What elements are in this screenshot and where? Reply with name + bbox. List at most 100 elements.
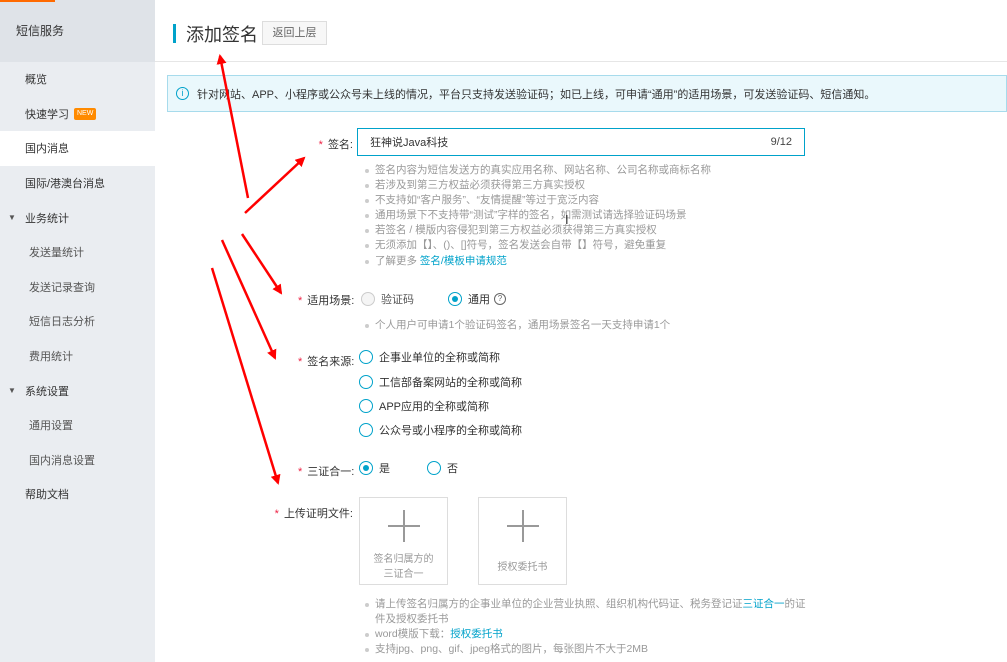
radio-label: 是: [379, 463, 390, 475]
sidebar-item-label: 帮助文档: [25, 489, 69, 502]
page-header: 添加签名 返回上层: [155, 0, 1007, 62]
upload-caption: 授权委托书: [497, 562, 548, 573]
tip-text: 件及授权委托书: [375, 613, 449, 626]
sidebar-item-cost-stats[interactable]: 费用统计: [0, 339, 155, 374]
required-mark: *: [298, 356, 303, 368]
radio-circle: [359, 423, 373, 437]
radio-verification-code[interactable]: 验证码: [361, 291, 414, 307]
caret-down-icon: ▼: [8, 386, 16, 396]
sidebar-item-overview[interactable]: 概览: [0, 62, 155, 97]
notice-text: 针对网站、APP、小程序或公众号未上线的情况，平台只支持发送验证码；如已上线，可…: [197, 88, 876, 101]
sidebar-group-stats[interactable]: ▼ 业务统计: [0, 200, 155, 235]
sidebar-item-log-analysis[interactable]: 短信日志分析: [0, 304, 155, 339]
sidebar-item-label: 快速学习: [25, 108, 69, 121]
back-button[interactable]: 返回上层: [262, 21, 327, 45]
radio-source-app[interactable]: APP应用的全称或简称: [359, 398, 489, 414]
tip-item: 支持jpg、png、gif、jpeg格式的图片，每张图片不大于2MB: [363, 642, 806, 657]
sidebar-item-general-settings[interactable]: 通用设置: [0, 408, 155, 443]
caret-down-icon: ▼: [8, 213, 16, 223]
scene-label: * 适用场景:: [298, 292, 355, 308]
upload-license-box[interactable]: 签名归属方的 三证合一: [359, 497, 448, 585]
scene-tips: 个人用户可申请1个验证码签名，通用场景签名一天支持申请1个: [363, 318, 670, 333]
template-download-link[interactable]: 授权委托书: [450, 628, 503, 640]
tip-text: word模版下载：: [375, 628, 451, 641]
label-text: 签名:: [327, 139, 353, 151]
upload-label: * 上传证明文件:: [273, 505, 353, 521]
tip-item: 通用场景下不支持带“测试”字样的签名，如需测试请选择验证码场景: [363, 208, 711, 223]
upload-caption: 签名归属方的: [373, 554, 434, 565]
radio-label: 企事业单位的全称或简称: [379, 352, 500, 364]
required-mark: *: [318, 139, 323, 151]
sidebar-item-send-records[interactable]: 发送记录查询: [0, 270, 155, 305]
tip-item: 若签名 / 模版内容侵犯到第三方权益必须获得第三方真实授权: [363, 223, 711, 238]
sidebar-group-label: 系统设置: [25, 385, 69, 398]
tip-item-continued: 件及授权委托书: [363, 612, 806, 627]
sidebar-item-international[interactable]: 国际/港澳台消息: [0, 166, 155, 201]
sidebar-item-label: 发送量统计: [29, 247, 84, 260]
sidebar-item-label: 概览: [25, 74, 47, 87]
signature-input[interactable]: 狂神说Java科技 9/12: [357, 128, 805, 156]
required-mark: *: [298, 295, 303, 307]
radio-circle: [359, 350, 373, 364]
sidebar-item-label: 发送记录查询: [29, 281, 95, 294]
question-icon[interactable]: ?: [494, 293, 506, 305]
signature-tips: 签名内容为短信发送方的真实应用名称、网站名称、公司名称或商标名称 若涉及到第三方…: [363, 163, 711, 269]
sidebar-item-quick-learn[interactable]: 快速学习 NEW: [0, 97, 155, 132]
sidebar-item-domestic[interactable]: 国内消息: [0, 131, 155, 166]
sidebar-item-label: 费用统计: [29, 351, 73, 364]
tip-item: 个人用户可申请1个验证码签名，通用场景签名一天支持申请1个: [363, 318, 670, 333]
radio-circle: [359, 461, 373, 475]
sidebar-group-settings[interactable]: ▼ 系统设置: [0, 373, 155, 408]
radio-label: APP应用的全称或简称: [379, 401, 490, 413]
info-notice: i 针对网站、APP、小程序或公众号未上线的情况，平台只支持发送验证码；如已上线…: [167, 75, 1007, 112]
upload-caption: 三证合一: [383, 569, 424, 580]
radio-label: 验证码: [381, 294, 414, 306]
radio-source-website[interactable]: 工信部备案网站的全称或简称: [359, 374, 522, 390]
radio-label: 工信部备案网站的全称或简称: [379, 377, 522, 389]
sidebar-item-label: 国内消息设置: [29, 454, 95, 467]
radio-circle: [427, 461, 441, 475]
sidebar-header: 短信服务: [0, 0, 155, 62]
label-text: 适用场景:: [307, 295, 355, 307]
upload-authorization-box[interactable]: 授权委托书: [478, 497, 567, 585]
tip-item: word模版下载：授权委托书: [363, 627, 806, 642]
label-text: 签名来源:: [307, 356, 355, 368]
new-badge: NEW: [74, 107, 97, 120]
radio-no[interactable]: 否: [427, 460, 458, 476]
radio-source-mp[interactable]: 公众号或小程序的全称或简称: [359, 422, 522, 438]
spec-link[interactable]: 签名/模板申请规范: [420, 255, 507, 267]
sidebar-item-domestic-settings[interactable]: 国内消息设置: [0, 443, 155, 478]
sidebar-item-label: 国际/港澳台消息: [25, 178, 106, 191]
text-cursor-icon: I: [565, 212, 569, 227]
tip-item: 了解更多 签名/模板申请规范: [363, 254, 711, 269]
radio-label: 公众号或小程序的全称或简称: [379, 425, 522, 437]
three-in-one-link[interactable]: 三证合一: [743, 598, 785, 610]
tip-text: 了解更多: [375, 254, 417, 267]
three-in-one-label: * 三证合一:: [298, 463, 354, 479]
tip-item: 请上传签名归属方的企事业单位的企业营业执照、组织机构代码证、税务登记证三证合一的…: [363, 597, 806, 612]
plus-icon: [507, 510, 539, 542]
radio-circle: [359, 399, 373, 413]
sidebar-group-label: 业务统计: [25, 212, 69, 225]
sidebar-item-send-volume[interactable]: 发送量统计: [0, 235, 155, 270]
required-mark: *: [274, 508, 279, 520]
plus-icon: [388, 510, 420, 542]
info-icon: i: [176, 87, 189, 100]
radio-circle: [448, 292, 462, 306]
page-title: 添加签名: [186, 25, 258, 45]
title-accent-bar: [173, 24, 176, 43]
tip-item: 签名内容为短信发送方的真实应用名称、网站名称、公司名称或商标名称: [363, 163, 711, 178]
radio-general[interactable]: 通用?: [448, 291, 506, 307]
radio-circle: [361, 292, 375, 306]
main-content: 添加签名 返回上层 i 针对网站、APP、小程序或公众号未上线的情况，平台只支持…: [155, 0, 1007, 662]
radio-label: 通用: [468, 294, 490, 306]
sidebar-item-help[interactable]: 帮助文档: [0, 477, 155, 512]
char-counter: 9/12: [770, 136, 792, 148]
signature-label: * 签名:: [298, 136, 353, 152]
radio-label: 否: [447, 463, 458, 475]
radio-source-enterprise[interactable]: 企事业单位的全称或简称: [359, 349, 500, 365]
label-text: 上传证明文件:: [283, 508, 353, 520]
sidebar-item-label: 通用设置: [29, 420, 73, 433]
required-mark: *: [298, 466, 303, 478]
radio-yes[interactable]: 是: [359, 460, 390, 476]
